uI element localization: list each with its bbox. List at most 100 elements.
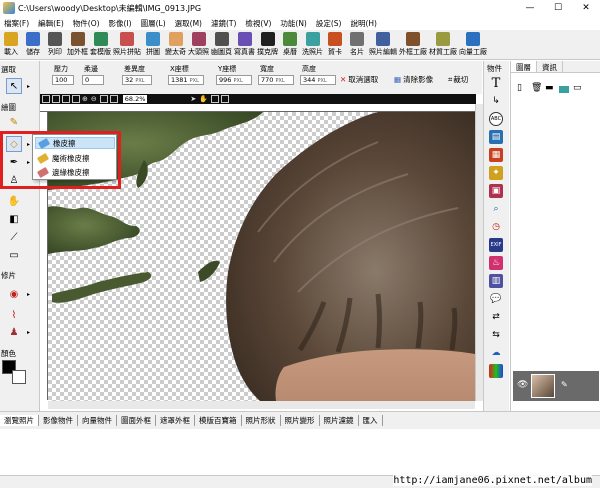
menu-object[interactable]: 物件(O): [73, 18, 100, 29]
crop-button[interactable]: ⌗ 裁切: [448, 74, 468, 85]
zoom-in-icon[interactable]: ⊕: [82, 95, 88, 103]
menu-layer[interactable]: 圖層(L): [141, 18, 166, 29]
toolbar-button-3[interactable]: 加外框: [66, 30, 89, 60]
tab-photo-filters[interactable]: 照片濾鏡: [320, 415, 359, 426]
magnifier-icon[interactable]: ⌕: [489, 202, 503, 216]
horizontal-scrollbar[interactable]: [48, 401, 475, 409]
toolbar-button-11[interactable]: 撲克牌: [256, 30, 279, 60]
minimize-button[interactable]: —: [516, 0, 544, 16]
red-eye-tool-menu-arrow[interactable]: ▸: [27, 291, 30, 298]
speech-bubble-icon[interactable]: 💬: [489, 292, 503, 306]
text-object-icon[interactable]: T: [489, 76, 503, 91]
tab-template-box[interactable]: 模版百寶箱: [195, 415, 242, 426]
abc-icon[interactable]: ABC: [489, 112, 503, 126]
close-button[interactable]: ✕: [572, 0, 600, 16]
layer-edit-icon[interactable]: ✎: [561, 380, 568, 389]
toolbar-button-12[interactable]: 桌曆: [279, 30, 301, 60]
text-shape-icon[interactable]: ↳: [489, 94, 503, 108]
photo-object-icon[interactable]: ▣: [489, 184, 503, 198]
undo-icon[interactable]: [211, 95, 219, 103]
swap-arrows-icon[interactable]: ⇆: [489, 328, 503, 342]
view-mode-icon[interactable]: [62, 95, 70, 103]
toolbar-button-7[interactable]: 變太奇: [164, 30, 187, 60]
toolbar-button-19[interactable]: 向量工廠: [458, 30, 488, 60]
tab-vector-objects[interactable]: 向量物件: [78, 415, 117, 426]
frame-object-icon[interactable]: ▦: [489, 148, 503, 162]
menu-settings[interactable]: 設定(S): [316, 18, 342, 29]
clock-icon[interactable]: ◷: [489, 220, 503, 234]
birthday-cake-icon[interactable]: ♨: [489, 256, 503, 270]
tab-import[interactable]: 匯入: [359, 415, 383, 426]
toolbar-button-18[interactable]: 材質工廠: [428, 30, 458, 60]
toolbar-button-9[interactable]: 幽圖頁: [210, 30, 233, 60]
rectangle-tool[interactable]: ▭: [6, 247, 22, 263]
menu-filter[interactable]: 濾鏡(T): [211, 18, 236, 29]
toolbar-button-13[interactable]: 洗照片: [301, 30, 324, 60]
pencil-tool[interactable]: ✎: [6, 114, 22, 130]
thumbnail-browser[interactable]: [0, 429, 600, 475]
menu-image[interactable]: 影像(I): [109, 18, 132, 29]
pressure-field[interactable]: 100: [52, 75, 74, 85]
toolbar-button-2[interactable]: 列印: [44, 30, 66, 60]
toolbar-button-15[interactable]: 名片: [346, 30, 368, 60]
menu-function[interactable]: 功能(N): [280, 18, 306, 29]
delete-layer-icon[interactable]: 🗑: [531, 83, 542, 93]
clone-tool[interactable]: ♟: [6, 324, 22, 340]
layer-mask-icon[interactable]: [559, 86, 569, 93]
background-color-swatch[interactable]: [12, 370, 26, 384]
tolerance-field[interactable]: 32 PXL: [122, 75, 152, 85]
menu-help[interactable]: 說明(H): [350, 18, 377, 29]
tab-image-objects[interactable]: 影像物件: [39, 415, 78, 426]
toolbar-button-4[interactable]: 套模版: [89, 30, 112, 60]
tab-layers[interactable]: 圖層: [511, 61, 537, 72]
zoom-out-icon[interactable]: ⊖: [91, 95, 97, 103]
exif-icon[interactable]: EXIF: [489, 238, 503, 252]
redo-icon[interactable]: [221, 95, 229, 103]
tab-info[interactable]: 資訊: [537, 61, 563, 72]
clear-image-button[interactable]: ▦ 清除影像: [394, 74, 433, 85]
red-eye-tool[interactable]: ◉: [6, 286, 22, 302]
fit-width-icon[interactable]: [109, 95, 118, 103]
tab-picture-frames[interactable]: 圖面外框: [117, 415, 156, 426]
cancel-select-button[interactable]: ✕ 取消選取: [340, 74, 378, 85]
hand-tool[interactable]: ✋: [6, 193, 22, 209]
toolbar-button-6[interactable]: 拼圖: [142, 30, 164, 60]
toolbar-button-5[interactable]: 照片拼貼: [112, 30, 142, 60]
clipart-icon[interactable]: ✦: [489, 166, 503, 180]
actual-size-icon[interactable]: [52, 95, 60, 103]
menu-file[interactable]: 檔案(F): [4, 18, 29, 29]
layer-style-icon[interactable]: ▭: [573, 83, 582, 93]
eyedropper-tool[interactable]: ⟋: [6, 229, 22, 245]
tab-photo-warp[interactable]: 照片變形: [281, 415, 320, 426]
pointer-icon[interactable]: ➤: [190, 95, 196, 103]
toolbar-button-1[interactable]: 儲存: [22, 30, 44, 60]
layer-visibility-icon[interactable]: 👁: [517, 380, 528, 390]
toolbar-button-8[interactable]: 大頭照: [187, 30, 210, 60]
merge-layer-icon[interactable]: ▬: [545, 83, 554, 93]
mirror-tool[interactable]: ◧: [6, 211, 22, 227]
chat-bubbles-icon[interactable]: ☁: [489, 346, 503, 360]
tab-mask-frames[interactable]: 遮罩外框: [156, 415, 195, 426]
fit-canvas-icon[interactable]: [99, 95, 108, 103]
toolbar-button-16[interactable]: 照片編輯: [368, 30, 398, 60]
brush-fix-tool[interactable]: ⌇: [6, 307, 22, 323]
tab-photo-shapes[interactable]: 照片形狀: [242, 415, 281, 426]
new-layer-icon[interactable]: ▯: [517, 83, 522, 93]
calendar-icon[interactable]: ▥: [489, 274, 503, 288]
layer-row[interactable]: 👁 ✎: [513, 371, 599, 401]
y-field[interactable]: 996 PXL: [216, 75, 252, 85]
menu-view[interactable]: 檢視(V): [245, 18, 271, 29]
width-field[interactable]: 770 PXL: [258, 75, 294, 85]
zoom-level[interactable]: 68.2%: [122, 95, 148, 103]
menu-select[interactable]: 選取(M): [175, 18, 202, 29]
color-grid-icon[interactable]: [489, 364, 503, 378]
softness-field[interactable]: 0: [82, 75, 104, 85]
select-arrow-tool[interactable]: ↖: [6, 78, 22, 94]
toolbar-button-17[interactable]: 外框工廠: [398, 30, 428, 60]
toolbar-button-10[interactable]: 寫真書: [233, 30, 256, 60]
clone-tool-menu-arrow[interactable]: ▸: [27, 329, 30, 336]
fit-window-icon[interactable]: [42, 95, 50, 103]
pan-hand-icon[interactable]: ✋: [199, 95, 208, 103]
image-object-icon[interactable]: ▤: [489, 130, 503, 144]
select-tool-menu-arrow[interactable]: ▸: [27, 83, 30, 90]
